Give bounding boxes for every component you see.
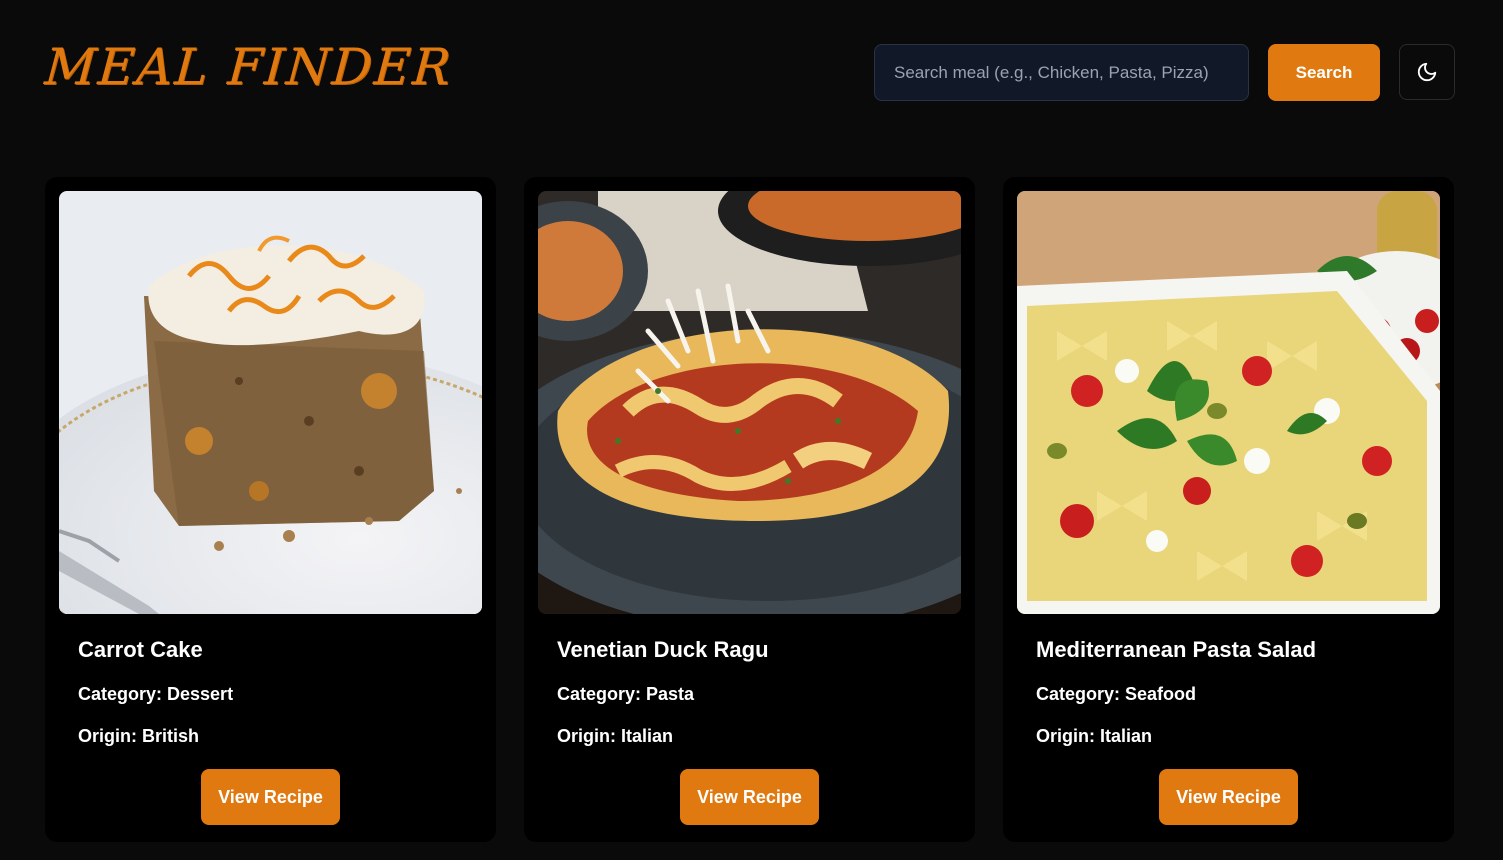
search-input[interactable] [874, 44, 1249, 101]
meal-category: Category: Dessert [78, 684, 234, 704]
meal-title: Carrot Cake [78, 637, 203, 662]
meal-origin: Origin: Italian [557, 726, 674, 746]
view-recipe-button[interactable]: View Recipe [1159, 769, 1298, 825]
meal-title: Venetian Duck Ragu [557, 637, 769, 662]
moon-icon [1417, 62, 1437, 82]
theme-toggle-button[interactable] [1399, 44, 1455, 100]
meal-title: Mediterranean Pasta Salad [1036, 637, 1317, 662]
meal-card: Carrot Cake Category: Dessert Origin: Br… [45, 177, 496, 842]
meal-category: Category: Seafood [1036, 684, 1197, 704]
view-recipe-button[interactable]: View Recipe [680, 769, 819, 825]
meal-card: Venetian Duck Ragu Category: Pasta Origi… [524, 177, 975, 842]
view-recipe-button[interactable]: View Recipe [201, 769, 340, 825]
meal-image [1017, 191, 1440, 614]
meal-category: Category: Pasta [557, 684, 695, 704]
meal-image [59, 191, 482, 614]
search-button[interactable]: Search [1268, 44, 1380, 101]
app-logo: MEAL FINDER [42, 38, 455, 96]
meal-origin: Origin: British [78, 726, 199, 746]
meal-origin: Origin: Italian [1036, 726, 1153, 746]
header: MEAL FINDER Search [0, 0, 1503, 150]
meal-card: Mediterranean Pasta Salad Category: Seaf… [1003, 177, 1454, 842]
meal-image [538, 191, 961, 614]
